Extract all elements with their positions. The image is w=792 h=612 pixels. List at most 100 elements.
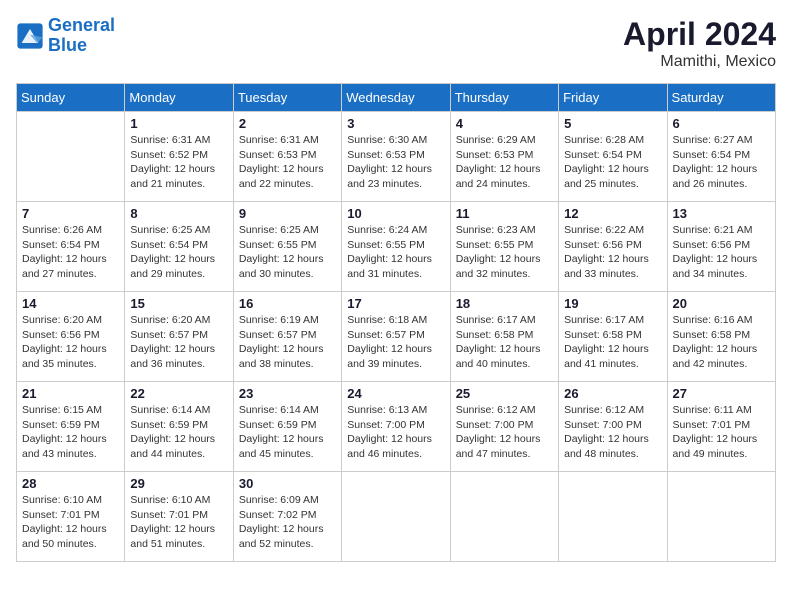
calendar-cell: 8 Sunrise: 6:25 AM Sunset: 6:54 PM Daylig… (125, 202, 233, 292)
day-info: Sunrise: 6:17 AM Sunset: 6:58 PM Dayligh… (456, 313, 553, 372)
calendar-cell: 21Sunrise: 6:15 AM Sunset: 6:59 PM Dayli… (17, 382, 125, 472)
day-number: 17 (347, 296, 444, 311)
day-info: Sunrise: 6:18 AM Sunset: 6:57 PM Dayligh… (347, 313, 444, 372)
logo: General Blue (16, 16, 115, 56)
calendar-cell (559, 472, 667, 562)
weekday-header-tuesday: Tuesday (233, 84, 341, 112)
calendar-cell: 25 Sunrise: 6:12 AM Sunset: 7:00 PM Dayli… (450, 382, 558, 472)
day-number: 9 (239, 206, 336, 221)
calendar-cell: 3 Sunrise: 6:30 AM Sunset: 6:53 PM Daylig… (342, 112, 450, 202)
calendar-cell (450, 472, 558, 562)
day-info: Sunrise: 6:09 AM Sunset: 7:02 PM Dayligh… (239, 493, 336, 552)
day-number: 16 (239, 296, 336, 311)
day-info: Sunrise: 6:16 AM Sunset: 6:58 PM Dayligh… (673, 313, 770, 372)
calendar-cell: 23Sunrise: 6:14 AM Sunset: 6:59 PM Dayli… (233, 382, 341, 472)
weekday-header-monday: Monday (125, 84, 233, 112)
calendar-cell: 11 Sunrise: 6:23 AM Sunset: 6:55 PM Dayli… (450, 202, 558, 292)
day-number: 25 (456, 386, 553, 401)
day-number: 20 (673, 296, 770, 311)
day-info: Sunrise: 6:26 AM Sunset: 6:54 PM Dayligh… (22, 223, 119, 282)
calendar-table: SundayMondayTuesdayWednesdayThursdayFrid… (16, 83, 776, 562)
calendar-cell: 6Sunrise: 6:27 AM Sunset: 6:54 PM Daylig… (667, 112, 775, 202)
week-row-4: 21Sunrise: 6:15 AM Sunset: 6:59 PM Dayli… (17, 382, 776, 472)
day-number: 8 (130, 206, 227, 221)
calendar-cell: 13 Sunrise: 6:21 AM Sunset: 6:56 PM Dayli… (667, 202, 775, 292)
day-info: Sunrise: 6:10 AM Sunset: 7:01 PM Dayligh… (22, 493, 119, 552)
calendar-cell: 15Sunrise: 6:20 AM Sunset: 6:57 PM Dayli… (125, 292, 233, 382)
weekday-header-row: SundayMondayTuesdayWednesdayThursdayFrid… (17, 84, 776, 112)
day-info: Sunrise: 6:13 AM Sunset: 7:00 PM Dayligh… (347, 403, 444, 462)
weekday-header-sunday: Sunday (17, 84, 125, 112)
day-info: Sunrise: 6:28 AM Sunset: 6:54 PM Dayligh… (564, 133, 661, 192)
day-info: Sunrise: 6:10 AM Sunset: 7:01 PM Dayligh… (130, 493, 227, 552)
day-info: Sunrise: 6:31 AM Sunset: 6:53 PM Dayligh… (239, 133, 336, 192)
calendar-cell (342, 472, 450, 562)
day-number: 5 (564, 116, 661, 131)
day-number: 27 (673, 386, 770, 401)
weekday-header-thursday: Thursday (450, 84, 558, 112)
day-info: Sunrise: 6:17 AM Sunset: 6:58 PM Dayligh… (564, 313, 661, 372)
day-number: 24 (347, 386, 444, 401)
day-number: 3 (347, 116, 444, 131)
day-info: Sunrise: 6:25 AM Sunset: 6:55 PM Dayligh… (239, 223, 336, 282)
calendar-cell: 29 Sunrise: 6:10 AM Sunset: 7:01 PM Dayli… (125, 472, 233, 562)
day-info: Sunrise: 6:24 AM Sunset: 6:55 PM Dayligh… (347, 223, 444, 282)
calendar-cell (17, 112, 125, 202)
day-info: Sunrise: 6:11 AM Sunset: 7:01 PM Dayligh… (673, 403, 770, 462)
calendar-cell: 27 Sunrise: 6:11 AM Sunset: 7:01 PM Dayli… (667, 382, 775, 472)
day-info: Sunrise: 6:14 AM Sunset: 6:59 PM Dayligh… (239, 403, 336, 462)
location: Mamithi, Mexico (623, 53, 776, 71)
week-row-2: 7 Sunrise: 6:26 AM Sunset: 6:54 PM Daylig… (17, 202, 776, 292)
calendar-cell: 2Sunrise: 6:31 AM Sunset: 6:53 PM Daylig… (233, 112, 341, 202)
weekday-header-friday: Friday (559, 84, 667, 112)
day-number: 14 (22, 296, 119, 311)
title-block: April 2024 Mamithi, Mexico (623, 16, 776, 71)
week-row-3: 14 Sunrise: 6:20 AM Sunset: 6:56 PM Dayli… (17, 292, 776, 382)
day-number: 18 (456, 296, 553, 311)
page-header: General Blue April 2024 Mamithi, Mexico (16, 16, 776, 71)
day-info: Sunrise: 6:30 AM Sunset: 6:53 PM Dayligh… (347, 133, 444, 192)
day-number: 30 (239, 476, 336, 491)
day-info: Sunrise: 6:25 AM Sunset: 6:54 PM Dayligh… (130, 223, 227, 282)
day-info: Sunrise: 6:21 AM Sunset: 6:56 PM Dayligh… (673, 223, 770, 282)
calendar-cell: 5 Sunrise: 6:28 AM Sunset: 6:54 PM Daylig… (559, 112, 667, 202)
day-info: Sunrise: 6:22 AM Sunset: 6:56 PM Dayligh… (564, 223, 661, 282)
logo-icon (16, 22, 44, 50)
week-row-5: 28 Sunrise: 6:10 AM Sunset: 7:01 PM Dayli… (17, 472, 776, 562)
day-number: 12 (564, 206, 661, 221)
day-number: 7 (22, 206, 119, 221)
day-number: 19 (564, 296, 661, 311)
day-info: Sunrise: 6:27 AM Sunset: 6:54 PM Dayligh… (673, 133, 770, 192)
day-number: 29 (130, 476, 227, 491)
calendar-cell: 14 Sunrise: 6:20 AM Sunset: 6:56 PM Dayli… (17, 292, 125, 382)
day-info: Sunrise: 6:20 AM Sunset: 6:57 PM Dayligh… (130, 313, 227, 372)
weekday-header-saturday: Saturday (667, 84, 775, 112)
day-number: 21 (22, 386, 119, 401)
day-info: Sunrise: 6:12 AM Sunset: 7:00 PM Dayligh… (564, 403, 661, 462)
day-info: Sunrise: 6:14 AM Sunset: 6:59 PM Dayligh… (130, 403, 227, 462)
day-info: Sunrise: 6:23 AM Sunset: 6:55 PM Dayligh… (456, 223, 553, 282)
day-number: 11 (456, 206, 553, 221)
calendar-cell (667, 472, 775, 562)
calendar-cell: 7 Sunrise: 6:26 AM Sunset: 6:54 PM Daylig… (17, 202, 125, 292)
calendar-cell: 22 Sunrise: 6:14 AM Sunset: 6:59 PM Dayli… (125, 382, 233, 472)
day-number: 10 (347, 206, 444, 221)
day-info: Sunrise: 6:29 AM Sunset: 6:53 PM Dayligh… (456, 133, 553, 192)
month-year: April 2024 (623, 16, 776, 53)
day-number: 28 (22, 476, 119, 491)
calendar-cell: 4Sunrise: 6:29 AM Sunset: 6:53 PM Daylig… (450, 112, 558, 202)
calendar-cell: 18 Sunrise: 6:17 AM Sunset: 6:58 PM Dayli… (450, 292, 558, 382)
calendar-cell: 28 Sunrise: 6:10 AM Sunset: 7:01 PM Dayli… (17, 472, 125, 562)
day-info: Sunrise: 6:19 AM Sunset: 6:57 PM Dayligh… (239, 313, 336, 372)
day-number: 22 (130, 386, 227, 401)
day-info: Sunrise: 6:12 AM Sunset: 7:00 PM Dayligh… (456, 403, 553, 462)
day-number: 1 (130, 116, 227, 131)
week-row-1: 1 Sunrise: 6:31 AM Sunset: 6:52 PM Daylig… (17, 112, 776, 202)
calendar-cell: 26Sunrise: 6:12 AM Sunset: 7:00 PM Dayli… (559, 382, 667, 472)
day-info: Sunrise: 6:20 AM Sunset: 6:56 PM Dayligh… (22, 313, 119, 372)
calendar-cell: 1 Sunrise: 6:31 AM Sunset: 6:52 PM Daylig… (125, 112, 233, 202)
day-info: Sunrise: 6:31 AM Sunset: 6:52 PM Dayligh… (130, 133, 227, 192)
day-number: 13 (673, 206, 770, 221)
logo-text: General Blue (48, 16, 115, 56)
calendar-cell: 16 Sunrise: 6:19 AM Sunset: 6:57 PM Dayli… (233, 292, 341, 382)
